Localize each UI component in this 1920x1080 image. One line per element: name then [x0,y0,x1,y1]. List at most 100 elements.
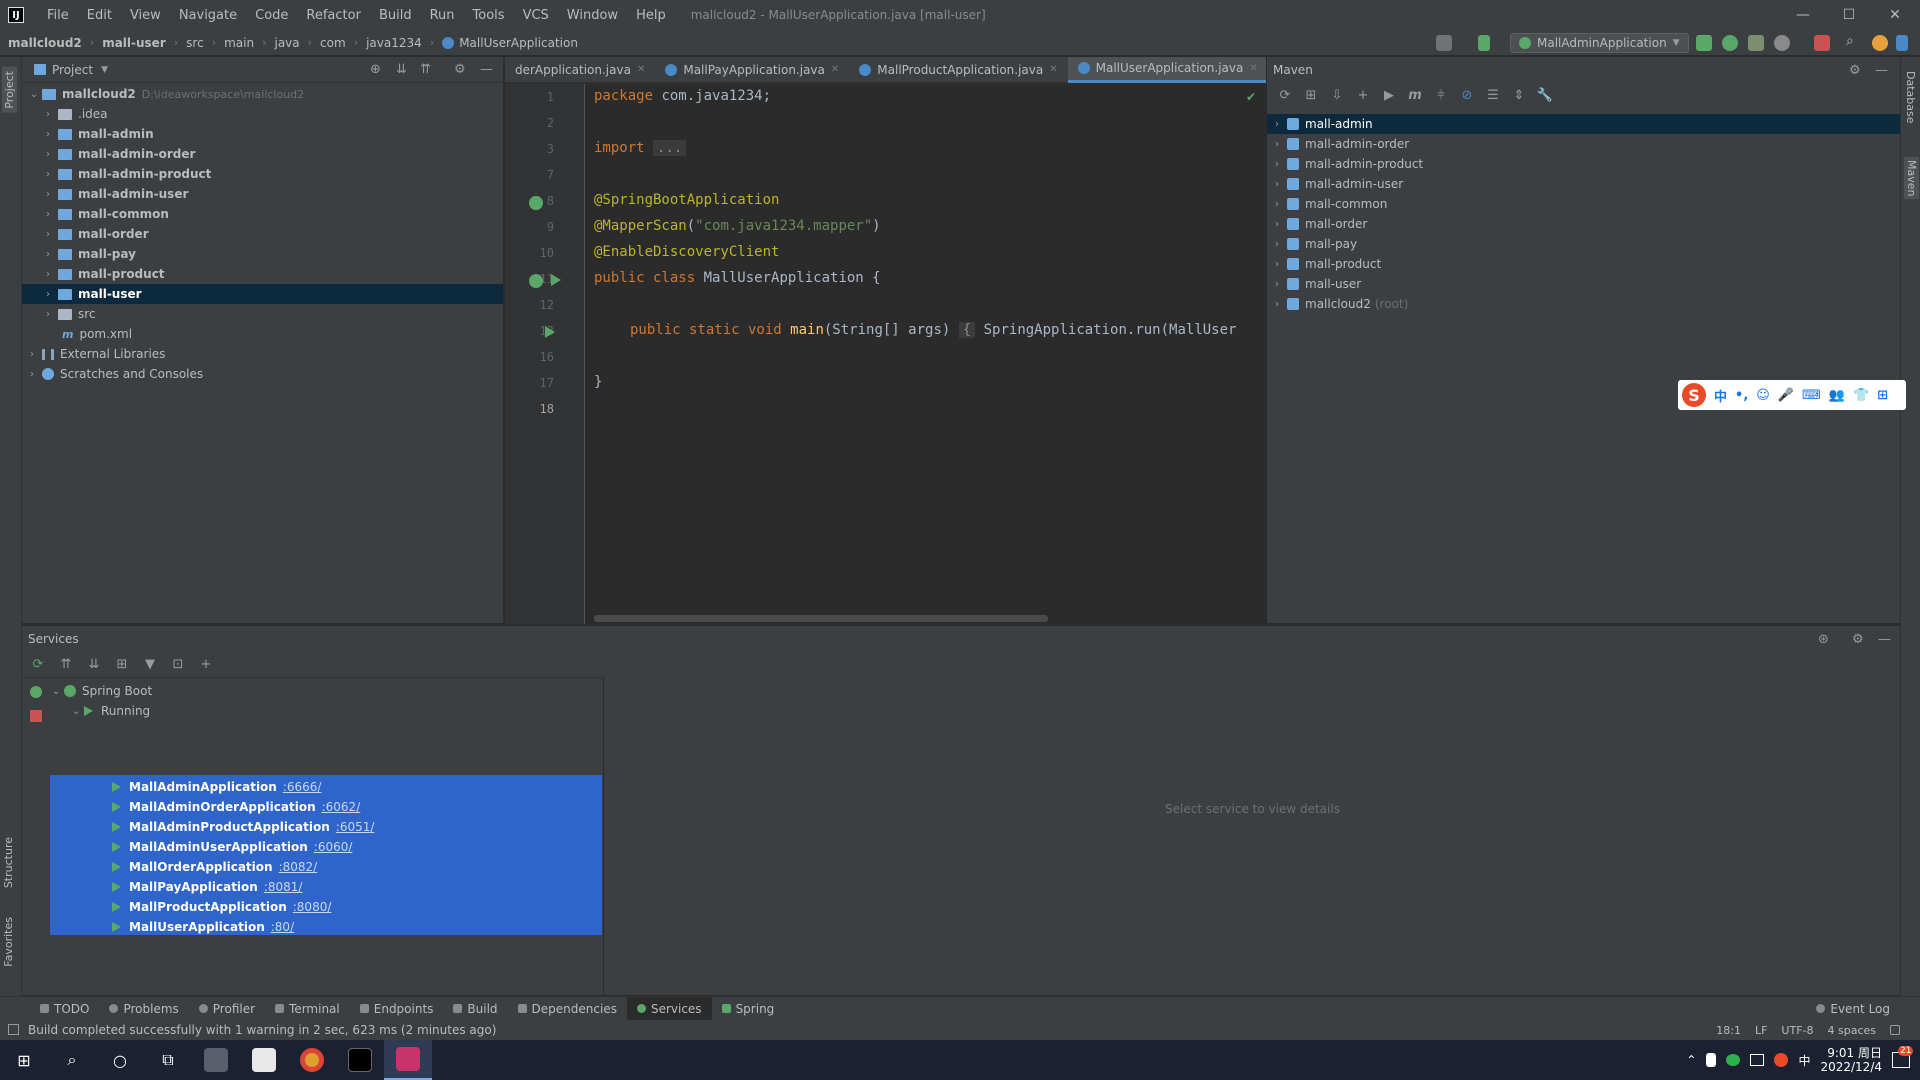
hide-panel-icon[interactable]: — [480,62,493,77]
ime-user-icon[interactable]: 👥 [1829,388,1845,403]
project-view-select[interactable]: Project [52,63,93,77]
search-icon[interactable]: ⌕ [48,1040,96,1080]
menu-edit[interactable]: Edit [78,8,121,23]
service-group-running[interactable]: ⌄ Running [72,701,150,721]
rerun-icon[interactable] [1696,35,1712,51]
menu-build[interactable]: Build [370,8,421,23]
tool-tab-problems[interactable]: Problems [99,997,188,1021]
tree-item-pom[interactable]: m pom.xml [62,324,132,344]
menu-file[interactable]: File [38,8,78,23]
filter-icon[interactable]: ▼ [142,657,158,673]
rerun-icon[interactable] [30,686,42,698]
debug-icon[interactable] [1722,35,1738,51]
intellij-logo-icon[interactable]: IJ [8,7,24,23]
taskbar-app-typora[interactable] [240,1040,288,1080]
structure-tool-tab[interactable]: Structure [2,837,15,888]
execute-goal-icon[interactable]: m [1407,87,1423,103]
clock[interactable]: 9:01 周日 2022/12/4 [1820,1046,1882,1074]
menu-view[interactable]: View [121,8,170,23]
database-tool-tab[interactable]: Database [1904,71,1917,124]
tree-item-src[interactable]: › src [46,304,96,324]
caret-position[interactable]: 18:1 [1716,1024,1741,1037]
service-port-link[interactable]: :6060/ [314,840,353,854]
maven-item-mall-product[interactable]: › mall-product [1267,254,1901,274]
skip-tests-icon[interactable]: ⊘ [1459,87,1475,103]
download-icon[interactable]: ⇩ [1329,87,1345,103]
ime-skin-icon[interactable]: 👕 [1853,388,1869,403]
show-dependencies-icon[interactable]: ☰ [1485,87,1501,103]
folded-body[interactable]: { [958,322,976,338]
menu-tools[interactable]: Tools [464,8,514,23]
stop-icon[interactable] [1814,35,1830,51]
tool-tab-spring[interactable]: Spring [712,997,785,1021]
gear-icon[interactable]: ⚙ [1849,63,1861,78]
service-port-link[interactable]: :6062/ [322,800,361,814]
new-tab-icon[interactable]: ⊡ [170,657,186,673]
hide-panel-icon[interactable]: — [1875,63,1888,78]
generate-sources-icon[interactable]: ⊞ [1303,87,1319,103]
run-configuration-select[interactable]: MallAdminApplication ▼ [1510,33,1689,53]
menu-navigate[interactable]: Navigate [170,8,246,23]
ime-toolbar[interactable]: S 中 •, ☺ 🎤 ⌨ 👥 👕 ⊞ [1678,380,1906,410]
tree-root[interactable]: ⌄ mallcloud2 D:\ideaworkspace\mallcloud2 [30,84,500,104]
tool-tab-event-log[interactable]: Event Log [1806,997,1900,1021]
tool-tab-build[interactable]: Build [443,997,507,1021]
collapse-all-icon[interactable]: ⇈ [420,62,431,77]
service-item-mall-admin[interactable]: MallAdminApplication :6666/ [112,777,321,797]
stop-icon[interactable] [30,710,42,722]
tree-item-mall-pay[interactable]: › mall-pay [46,244,136,264]
plugin-icon[interactable] [1896,35,1908,51]
service-port-link[interactable]: :8081/ [264,880,303,894]
tree-item-mall-user[interactable]: › mall-user [22,284,503,304]
microphone-icon[interactable] [1706,1053,1717,1067]
tree-item-mall-common[interactable]: › mall-common [46,204,169,224]
run-class-icon[interactable] [551,274,561,286]
tool-tab-services[interactable]: Services [626,996,712,1021]
close-icon[interactable]: ✕ [637,64,645,75]
service-item-mall-product[interactable]: MallProductApplication :8080/ [112,897,331,917]
tool-tab-terminal[interactable]: Terminal [265,997,350,1021]
hide-panel-icon[interactable]: — [1878,632,1891,647]
windows-start-icon[interactable]: ⊞ [0,1040,48,1080]
maven-item-mallcloud2-root[interactable]: › mallcloud2 (root) [1267,294,1901,314]
maven-item-mall-pay[interactable]: › mall-pay [1267,234,1901,254]
taskbar-app-chrome[interactable] [288,1040,336,1080]
breadcrumb-java[interactable]: java [266,36,299,50]
tree-item-mall-admin-order[interactable]: › mall-admin-order [46,144,195,164]
minimize-button[interactable]: — [1780,0,1826,30]
breadcrumb-project[interactable]: mallcloud2 [0,36,82,50]
locate-icon[interactable]: ⊕ [370,62,381,77]
maven-item-mall-common[interactable]: › mall-common [1267,194,1901,214]
gear-icon[interactable]: ⚙ [1852,632,1864,647]
menu-run[interactable]: Run [421,8,464,23]
service-port-link[interactable]: :80/ [271,920,294,934]
service-port-link[interactable]: :8082/ [279,860,318,874]
wrench-icon[interactable]: 🔧 [1537,87,1553,103]
collapse-all-icon[interactable]: ⇊ [86,657,102,673]
maven-tool-tab[interactable]: Maven [1904,157,1919,200]
refresh-icon[interactable]: ⟳ [30,657,46,673]
service-port-link[interactable]: :6666/ [283,780,322,794]
menu-window[interactable]: Window [558,8,627,23]
search-icon[interactable]: ⌕ [1846,33,1862,49]
maven-item-mall-admin-order[interactable]: › mall-admin-order [1267,134,1901,154]
tool-tab-todo[interactable]: TODO [30,997,99,1021]
sogou-tray-icon[interactable] [1774,1053,1789,1067]
breadcrumb-src[interactable]: src [178,36,204,50]
maven-item-mall-order[interactable]: › mall-order [1267,214,1901,234]
breadcrumb-com[interactable]: com [312,36,346,50]
service-port-link[interactable]: :8080/ [293,900,332,914]
tree-item-mall-admin[interactable]: › mall-admin [46,124,154,144]
service-item-mall-admin-user[interactable]: MallAdminUserApplication :6060/ [112,837,352,857]
service-group-spring-boot[interactable]: ⌄ Spring Boot [52,681,152,701]
service-item-mall-admin-order[interactable]: MallAdminOrderApplication :6062/ [112,797,360,817]
favorites-tool-tab[interactable]: Favorites [2,917,15,967]
close-icon[interactable]: ✕ [1049,64,1057,75]
build-hammer-icon[interactable] [1478,35,1490,51]
reload-icon[interactable]: ⟳ [1277,87,1293,103]
tool-tab-endpoints[interactable]: Endpoints [350,997,444,1021]
input-language[interactable]: 中 [1798,1052,1810,1069]
line-separator[interactable]: LF [1755,1024,1767,1037]
service-item-mall-order[interactable]: MallOrderApplication :8082/ [112,857,317,877]
add-service-icon[interactable]: + [198,657,214,673]
